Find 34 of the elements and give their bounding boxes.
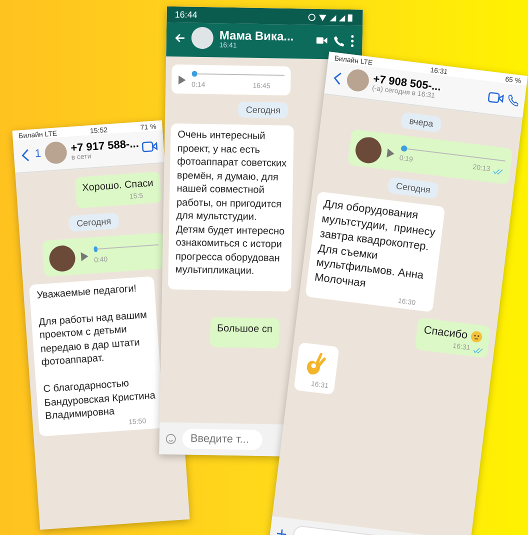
avatar-circle	[44, 140, 68, 164]
phone-icon[interactable]	[333, 34, 344, 47]
phone-icon[interactable]	[507, 92, 520, 107]
audio-progress-track[interactable]	[400, 144, 506, 164]
avatar-circle	[346, 68, 370, 93]
audio-progress-track[interactable]	[192, 70, 284, 78]
date-chip: Сегодня	[238, 102, 289, 118]
back-chevron-icon[interactable]	[331, 70, 344, 86]
audio-progress-track[interactable]	[93, 242, 159, 252]
play-icon[interactable]	[385, 146, 396, 159]
video-call-icon[interactable]	[487, 90, 505, 105]
back-chevron-icon[interactable]	[20, 148, 32, 162]
play-icon[interactable]	[178, 74, 187, 86]
more-icon[interactable]	[350, 34, 354, 48]
date-chip: Сегодня	[387, 176, 440, 199]
message-text: Очень интересный проект, у нас есть фотоаппарат советских времён, я думаю, для нашей совместной работы, он пригодится для мультстудии. Детям будет интересно ознакомиться с истори прогресса оборудован мультипликации.	[175, 128, 288, 279]
message-text: Хорошо. Спаси	[82, 177, 154, 194]
video-call-icon[interactable]	[141, 139, 158, 154]
date-chip: вчера	[400, 112, 442, 133]
avatar-silhouette	[191, 26, 214, 50]
contact-name: Мама Вика...	[219, 28, 295, 44]
status-icons	[306, 12, 355, 22]
contact-name: +7 917 588-...	[70, 138, 138, 154]
avatar-circle	[354, 136, 383, 165]
unread-count: 1	[34, 148, 42, 160]
play-icon[interactable]	[79, 250, 90, 262]
emoji-icon[interactable]	[165, 432, 176, 446]
date-chip: Сегодня	[68, 212, 120, 232]
avatar-circle	[48, 244, 76, 272]
message-input[interactable]: Введите т...	[182, 428, 263, 450]
message-text: Большое сп	[216, 322, 272, 336]
status-time: 16:44	[174, 9, 198, 20]
message-text: Для оборудования мультстудии, принесу завтра квадрокоптер. Для съемки мультфильмов. Анна Молочная	[314, 197, 437, 292]
message-text: Спасибо	[422, 323, 468, 343]
